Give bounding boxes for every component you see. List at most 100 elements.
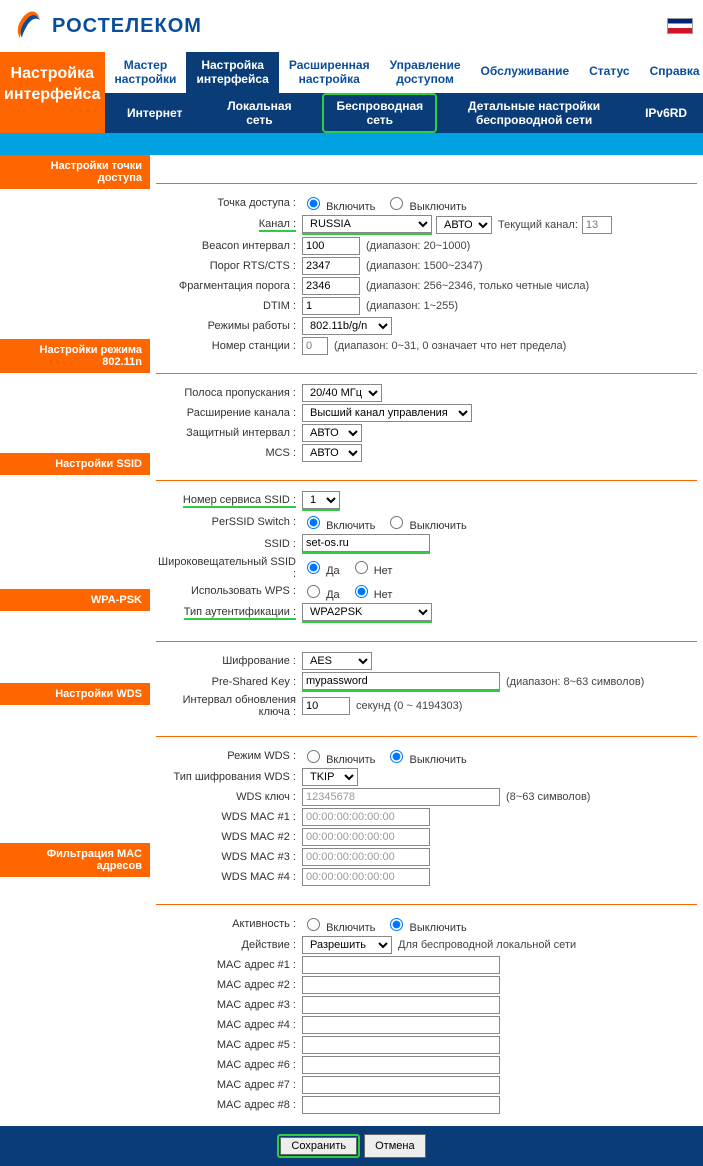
mcs-select[interactable]: АВТО: [302, 444, 362, 462]
mac-3-input[interactable]: [302, 996, 500, 1014]
language-flag-icon[interactable]: [667, 18, 693, 34]
wds-key-input: [302, 788, 500, 806]
label-mode: Режимы работы :: [156, 320, 302, 332]
beacon-input[interactable]: [302, 237, 360, 255]
label-bandwidth: Полоса пропускания :: [156, 387, 302, 399]
divider-bar: [0, 133, 703, 155]
brand-name: РОСТЕЛЕКОМ: [52, 15, 202, 38]
mac-1-input[interactable]: [302, 956, 500, 974]
frag-input[interactable]: [302, 277, 360, 295]
label-mac-7: MAC адрес #7 :: [156, 1079, 302, 1091]
mode-select[interactable]: 802.11b/g/n: [302, 317, 392, 335]
channel-auto-select[interactable]: АВТО: [436, 216, 492, 234]
label-frag: Фрагментация порога :: [156, 280, 302, 292]
mac-4-input[interactable]: [302, 1016, 500, 1034]
channel-country-select[interactable]: RUSSIA: [302, 215, 432, 233]
broadcast-no[interactable]: Нет: [350, 558, 393, 577]
label-mac-3: MAC адрес #3 :: [156, 999, 302, 1011]
section-80211n: Настройки режима 802.11n: [0, 339, 150, 373]
save-button[interactable]: Сохранить: [280, 1137, 357, 1155]
ext-channel-select[interactable]: Высший канал управления: [302, 404, 472, 422]
enc-select[interactable]: AES: [302, 652, 372, 670]
wds-mac-3-input: [302, 848, 430, 866]
wds-enc-select[interactable]: TKIP: [302, 768, 358, 786]
wds-disable[interactable]: Выключить: [385, 747, 466, 766]
label-action: Действие :: [156, 939, 302, 951]
label-ap: Точка доступа :: [156, 197, 302, 209]
label-wds-key: WDS ключ :: [156, 791, 302, 803]
header: РОСТЕЛЕКОМ: [0, 0, 703, 52]
tab-help[interactable]: Справка: [640, 52, 703, 93]
section-wds: Настройки WDS: [0, 683, 150, 705]
wds-mac-4-input: [302, 868, 430, 886]
subtab-wlan[interactable]: Беспроводнаясеть: [322, 93, 437, 133]
subtab-detail[interactable]: Детальные настройкибеспроводной сети: [454, 93, 614, 133]
ap-disable[interactable]: Выключить: [385, 194, 466, 213]
rts-input[interactable]: [302, 257, 360, 275]
mac-2-input[interactable]: [302, 976, 500, 994]
tab-advanced[interactable]: Расширеннаянастройка: [279, 52, 380, 93]
tab-status[interactable]: Статус: [579, 52, 639, 93]
bandwidth-select[interactable]: 20/40 МГц: [302, 384, 382, 402]
label-mcs: MCS :: [156, 447, 302, 459]
psk-input[interactable]: [302, 672, 500, 690]
label-mac-2: MAC адрес #2 :: [156, 979, 302, 991]
wds-mac-1-input: [302, 808, 430, 826]
label-perssid: PerSSID Switch :: [156, 516, 302, 528]
label-wds-mac-2: WDS MAC #2 :: [156, 831, 302, 843]
wds-enable[interactable]: Включить: [302, 747, 375, 766]
perssid-enable[interactable]: Включить: [302, 513, 375, 532]
form-area: Точка доступа : Включить Выключить Канал…: [150, 155, 703, 1126]
label-mac-4: MAC адрес #4 :: [156, 1019, 302, 1031]
macfilter-enable[interactable]: Включить: [302, 915, 375, 934]
guard-select[interactable]: АВТО: [302, 424, 362, 442]
label-dtim: DTIM :: [156, 300, 302, 312]
label-enc: Шифрование :: [156, 655, 302, 667]
subtab-internet[interactable]: Интернет: [113, 100, 196, 126]
broadcast-yes[interactable]: Да: [302, 558, 340, 577]
tab-access[interactable]: Управлениедоступом: [380, 52, 471, 93]
bottom-bar: Сохранить Отмена: [0, 1126, 703, 1166]
tab-wizard[interactable]: Мастернастройки: [105, 52, 187, 93]
perssid-disable[interactable]: Выключить: [385, 513, 466, 532]
mac-7-input[interactable]: [302, 1076, 500, 1094]
station-input: [302, 337, 328, 355]
label-rekey: Интервал обновленияключа :: [156, 694, 302, 718]
label-wds-enc: Тип шифрования WDS :: [156, 771, 302, 783]
action-select[interactable]: Разрешить: [302, 936, 392, 954]
label-mac-8: MAC адрес #8 :: [156, 1099, 302, 1111]
label-channel: Канал :: [259, 218, 296, 232]
label-mac-5: MAC адрес #5 :: [156, 1039, 302, 1051]
tab-maintenance[interactable]: Обслуживание: [471, 52, 580, 93]
subtab-ipv6rd[interactable]: IPv6RD: [631, 100, 701, 126]
wps-no[interactable]: Нет: [350, 582, 393, 601]
tab-interface[interactable]: Настройкаинтерфейса: [186, 52, 278, 93]
cancel-button[interactable]: Отмена: [364, 1134, 425, 1158]
label-ssid-num: Номер сервиса SSID :: [183, 494, 296, 508]
logo-icon: [10, 8, 46, 44]
rekey-input[interactable]: [302, 697, 350, 715]
macfilter-disable[interactable]: Выключить: [385, 915, 466, 934]
label-ssid: SSID :: [156, 538, 302, 550]
wps-yes[interactable]: Да: [302, 582, 340, 601]
current-channel: [582, 216, 612, 234]
subtab-lan[interactable]: Локальнаясеть: [213, 93, 305, 133]
section-ssid: Настройки SSID: [0, 453, 150, 475]
primary-tabs: Мастернастройки Настройкаинтерфейса Расш…: [105, 52, 703, 93]
mac-5-input[interactable]: [302, 1036, 500, 1054]
mac-6-input[interactable]: [302, 1056, 500, 1074]
mac-8-input[interactable]: [302, 1096, 500, 1114]
label-activity: Активность :: [156, 918, 302, 930]
label-mac-1: MAC адрес #1 :: [156, 959, 302, 971]
logo: РОСТЕЛЕКОМ: [10, 8, 202, 44]
dtim-input[interactable]: [302, 297, 360, 315]
page-title: Настройка интерфейса: [0, 52, 105, 133]
ap-enable[interactable]: Включить: [302, 194, 375, 213]
auth-select[interactable]: WPA2PSK: [302, 603, 432, 621]
label-guard: Защитный интервал :: [156, 427, 302, 439]
label-wds-mode: Режим WDS :: [156, 750, 302, 762]
label-beacon: Beacon интервал :: [156, 240, 302, 252]
ssid-num-select[interactable]: 1: [302, 491, 340, 509]
ssid-input[interactable]: [302, 534, 430, 552]
section-mac: Фильтрация MAC адресов: [0, 843, 150, 877]
